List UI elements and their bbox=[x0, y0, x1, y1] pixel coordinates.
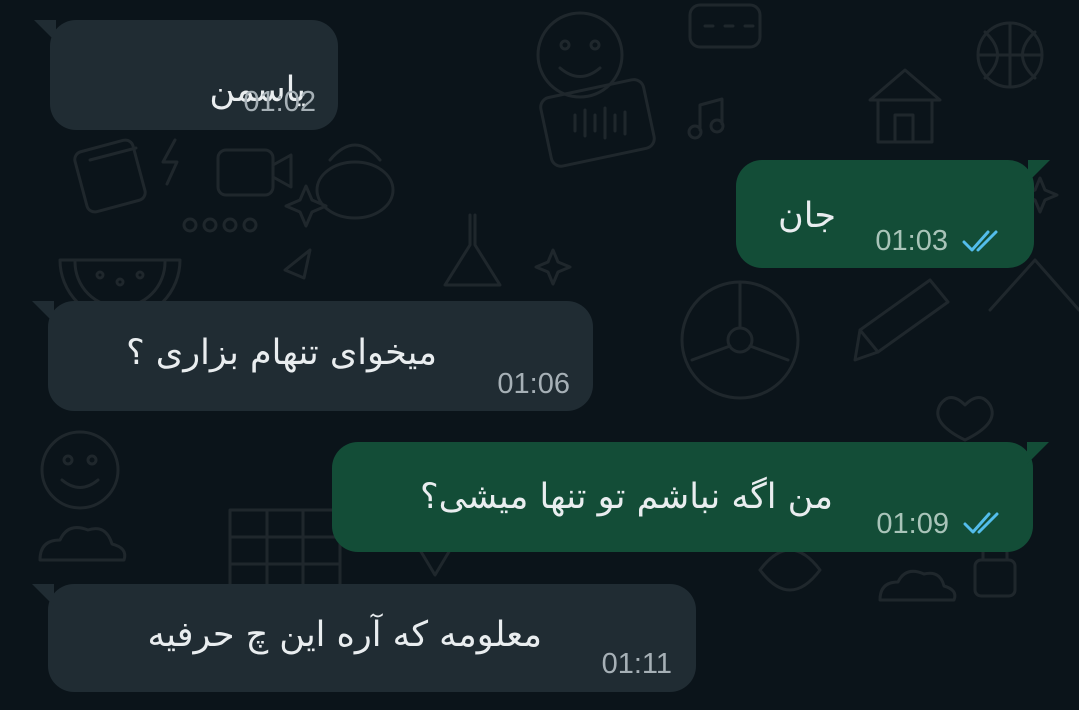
bubble-tail bbox=[32, 584, 54, 606]
message-timestamp: 01:11 bbox=[601, 648, 672, 680]
bubble-tail bbox=[1027, 442, 1049, 464]
double-check-icon bbox=[962, 230, 998, 252]
bubble-tail bbox=[32, 301, 54, 323]
bubble-tail bbox=[1028, 160, 1050, 182]
bubble-tail bbox=[34, 20, 56, 42]
message-timestamp: 01:06 bbox=[497, 368, 570, 400]
message-text: من اگه نباشم تو تنها میشی؟ bbox=[420, 477, 833, 517]
message-timestamp: 01:09 bbox=[876, 508, 949, 540]
message-bubble-incoming[interactable]: یاسمن 01:02 bbox=[34, 20, 338, 130]
message-text: میخوای تنهام بزاری ؟ bbox=[126, 333, 437, 373]
message-timestamp: 01:03 bbox=[875, 225, 948, 257]
message-bubble-incoming[interactable]: میخوای تنهام بزاری ؟ 01:06 bbox=[32, 301, 593, 411]
message-timestamp: 01:02 bbox=[243, 86, 316, 118]
message-text: جان bbox=[777, 196, 836, 236]
message-bubble-outgoing[interactable]: جان 01:03 bbox=[736, 160, 1050, 268]
message-text: معلومه که آره این چ حرفیه bbox=[147, 615, 542, 655]
message-bubble-incoming[interactable]: معلومه که آره این چ حرفیه 01:11 bbox=[32, 584, 696, 692]
double-check-icon bbox=[963, 512, 999, 534]
message-bubble-outgoing[interactable]: من اگه نباشم تو تنها میشی؟ 01:09 bbox=[332, 442, 1049, 552]
